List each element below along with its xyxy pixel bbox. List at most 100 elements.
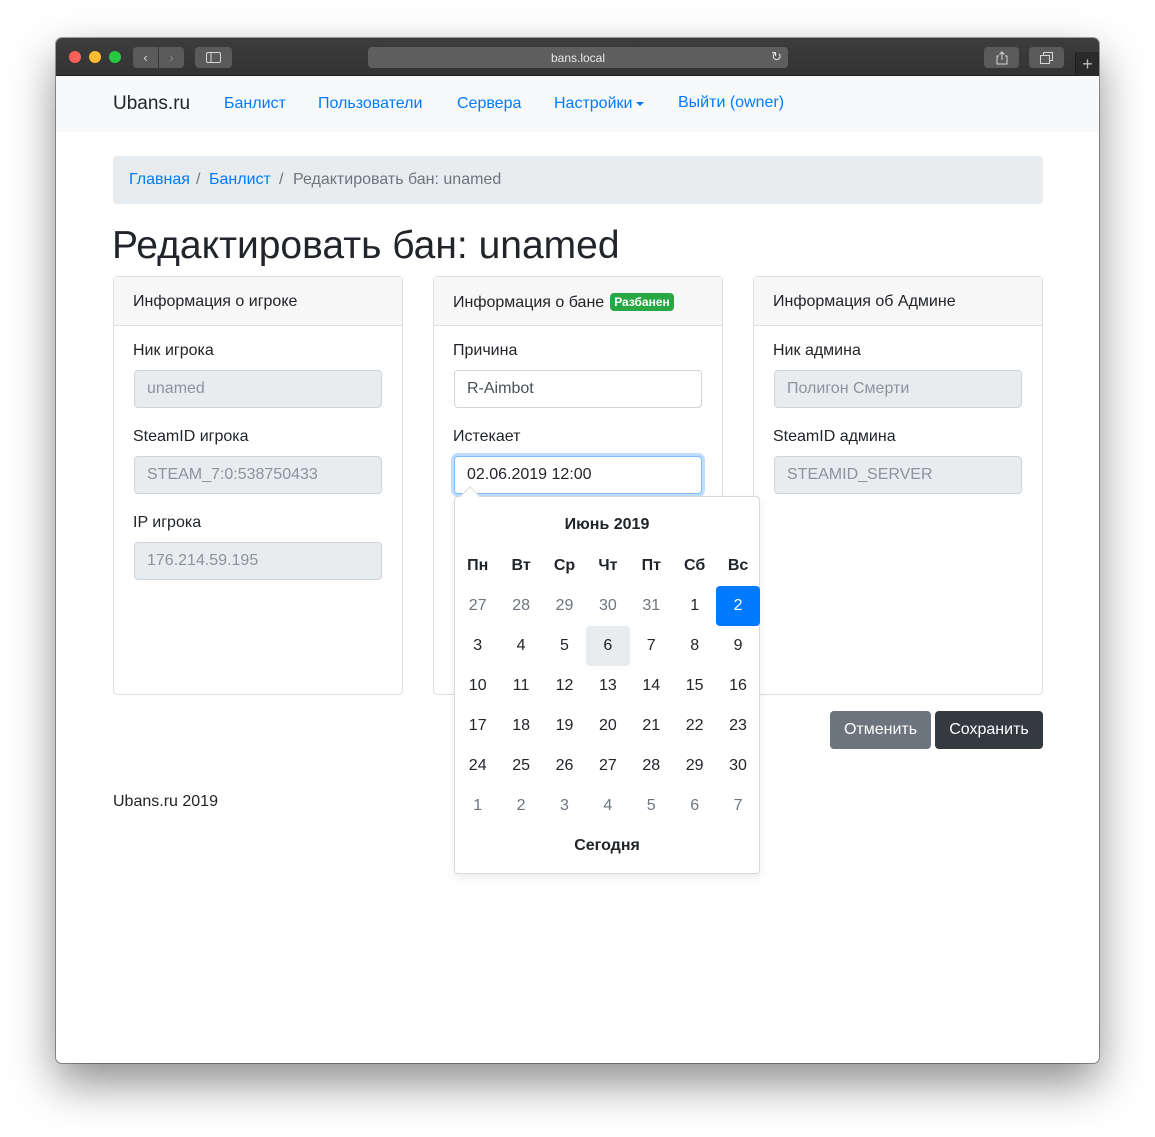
sidebar-icon[interactable] [195,47,232,68]
datepicker-day[interactable]: 27 [586,746,629,786]
datepicker-day[interactable]: 4 [586,786,629,826]
zoom-window-button[interactable] [109,51,121,63]
datepicker-day[interactable]: 21 [630,706,673,746]
datepicker-week-row: 17 18 19 20 21 22 23 [456,706,760,746]
reload-icon[interactable]: ↻ [771,49,782,65]
datepicker-day[interactable]: 1 [673,586,716,626]
datepicker-week-row: 24 25 26 27 28 29 30 [456,746,760,786]
admin-steamid-label: SteamID админа [773,428,896,445]
cancel-button[interactable]: Отменить [830,711,931,749]
datepicker-day[interactable]: 23 [716,706,759,746]
expires-input[interactable]: 02.06.2019 12:00 [454,456,702,494]
expires-label: Истекает [453,428,521,445]
nav-settings-dropdown[interactable]: Настройки [554,95,645,113]
datepicker-day[interactable]: 17 [456,706,499,746]
datepicker-day[interactable]: 25 [499,746,542,786]
breadcrumb-banlist[interactable]: Банлист [209,171,271,189]
player-ip-field: 176.214.59.195 [134,542,382,580]
datepicker-day[interactable]: 28 [630,746,673,786]
card-header: Информация об Админе [754,277,1042,326]
card-title: Информация об Админе [773,293,956,310]
datepicker-day[interactable]: 2 [716,586,760,626]
back-icon[interactable]: ‹ [133,47,158,68]
datepicker-day[interactable]: 5 [543,626,586,666]
card-title: Информация о игроке [133,293,298,310]
datepicker-day[interactable]: 8 [673,626,716,666]
nav-banlist[interactable]: Банлист [224,95,286,113]
datepicker-day[interactable]: 6 [586,626,630,666]
datepicker-day[interactable]: 3 [543,786,586,826]
datepicker-popup: Июнь 2019 Пн Вт Ср Чт Пт Сб Вс 27 28 29 30 31 1 2 3 4 5… [454,486,760,874]
datepicker-day[interactable]: 30 [716,746,759,786]
datepicker-day[interactable]: 28 [499,586,542,626]
tabs-overview-icon[interactable] [1029,47,1064,68]
minimize-window-button[interactable] [89,51,101,63]
close-window-button[interactable] [69,51,81,63]
admin-nick-label: Ник админа [773,342,861,359]
browser-titlebar: ‹ › bans.local ↻ + [56,38,1099,76]
ban-card-title: Информация о бане [453,294,605,311]
reason-label: Причина [453,342,518,359]
brand-link[interactable]: Ubans.ru [113,93,190,115]
datepicker-day[interactable]: 4 [499,626,542,666]
datepicker-day[interactable]: 30 [586,586,629,626]
datepicker-day[interactable]: 1 [456,786,499,826]
today-button[interactable]: Сегодня [455,837,759,855]
datepicker-day[interactable]: 9 [716,626,759,666]
nav-logout[interactable]: Выйти (owner) [678,94,784,112]
navbar: Ubans.ru Банлист Пользователи Сервера На… [56,76,1099,132]
datepicker-week-row: 3456789 [456,626,760,666]
datepicker-day[interactable]: 29 [673,746,716,786]
footer-text: Ubans.ru 2019 [113,793,218,810]
breadcrumb: Главная / Банлист / Редактировать бан: u… [113,156,1043,204]
reason-input[interactable]: R-Aimbot [454,370,702,408]
share-icon[interactable] [984,47,1019,68]
url-text: bans.local [550,50,606,65]
weekday-label: Ср [553,557,576,574]
breadcrumb-separator: / [279,171,284,188]
datepicker-day[interactable]: 7 [630,626,673,666]
datepicker-day[interactable]: 11 [499,666,542,706]
datepicker-month-switch[interactable]: Июнь 2019 [455,516,759,534]
card-title: Информация о бане Разбанен [453,293,674,312]
save-button[interactable]: Сохранить [935,711,1043,749]
datepicker-day[interactable]: 26 [543,746,586,786]
breadcrumb-current: Редактировать бан: unamed [293,171,502,188]
breadcrumb-home[interactable]: Главная [129,171,190,189]
admin-steamid-field: STEAMID_SERVER [774,456,1022,494]
datepicker-day[interactable]: 27 [456,586,499,626]
datepicker-day[interactable]: 22 [673,706,716,746]
address-bar[interactable]: bans.local ↻ [368,47,788,68]
player-info-card: Информация о игроке Ник игрока unamed St… [113,276,403,695]
browser-window: ‹ › bans.local ↻ + Ubans.ru Банлист Поль… [56,38,1099,1063]
nav-users[interactable]: Пользователи [318,95,422,113]
datepicker-day[interactable]: 6 [673,786,716,826]
datepicker-day[interactable]: 13 [586,666,629,706]
breadcrumb-separator: / [196,171,201,188]
datepicker-day[interactable]: 3 [456,626,499,666]
nav-servers[interactable]: Сервера [457,95,521,113]
datepicker-day[interactable]: 18 [499,706,542,746]
player-nick-label: Ник игрока [133,342,214,359]
datepicker-day[interactable]: 5 [630,786,673,826]
datepicker-day[interactable]: 24 [456,746,499,786]
datepicker-day[interactable]: 31 [630,586,673,626]
datepicker-day[interactable]: 29 [543,586,586,626]
datepicker-day[interactable]: 20 [586,706,629,746]
datepicker-day[interactable]: 7 [716,786,759,826]
datepicker-day[interactable]: 16 [716,666,759,706]
datepicker-day[interactable]: 15 [673,666,716,706]
datepicker-week-row: 1234567 [456,786,760,826]
datepicker-day[interactable]: 10 [456,666,499,706]
datepicker-day[interactable]: 12 [543,666,586,706]
weekday-label: Чт [598,557,618,574]
datepicker-day[interactable]: 19 [543,706,586,746]
forward-icon[interactable]: › [159,47,184,68]
datepicker-day[interactable]: 14 [630,666,673,706]
player-ip-label: IP игрока [133,514,202,531]
datepicker-day[interactable]: 2 [499,786,542,826]
weekday-label: Пн [467,557,489,574]
weekday-label: Вт [511,557,531,574]
card-header: Информация о бане Разбанен [434,277,722,326]
new-tab-icon[interactable]: + [1075,52,1099,76]
